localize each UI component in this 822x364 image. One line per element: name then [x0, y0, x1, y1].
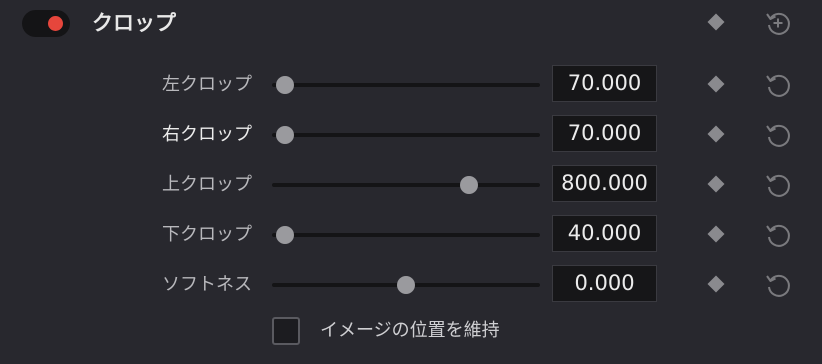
slider-track — [272, 233, 540, 237]
reset-icon[interactable] — [763, 220, 793, 250]
crop-section-header: クロップ — [0, 0, 822, 46]
reset-icon[interactable] — [763, 70, 793, 100]
slider-track — [272, 183, 540, 187]
reset-add-icon[interactable] — [763, 8, 793, 38]
keyframe-diamond-icon[interactable] — [707, 225, 725, 243]
crop-left-value-field[interactable]: 70.000 — [552, 65, 657, 102]
slider-thumb[interactable] — [459, 176, 478, 194]
crop-right-value-field[interactable]: 70.000 — [552, 115, 657, 152]
keyframe-diamond-icon[interactable] — [707, 175, 725, 193]
retain-image-position-label: イメージの位置を維持 — [320, 320, 500, 341]
keyframe-diamond-icon[interactable] — [707, 13, 725, 31]
reset-icon[interactable] — [763, 120, 793, 150]
toggle-indicator — [48, 16, 63, 31]
crop-enable-toggle[interactable] — [22, 10, 70, 37]
crop-panel: クロップ 左クロップ 70.000 右クロップ 70.000 上クロップ 800… — [0, 0, 822, 364]
keyframe-diamond-icon[interactable] — [707, 275, 725, 293]
slider-track — [272, 83, 540, 87]
crop-bottom-value-field[interactable]: 40.000 — [552, 215, 657, 252]
reset-icon[interactable] — [763, 170, 793, 200]
crop-left-slider[interactable] — [272, 63, 540, 107]
slider-thumb[interactable] — [276, 226, 295, 244]
keyframe-diamond-icon[interactable] — [707, 75, 725, 93]
crop-right-row: 右クロップ 70.000 — [0, 113, 822, 157]
slider-track — [272, 133, 540, 137]
reset-icon[interactable] — [763, 270, 793, 300]
retain-image-position-checkbox[interactable] — [272, 317, 300, 345]
crop-right-slider[interactable] — [272, 113, 540, 157]
softness-slider[interactable] — [272, 263, 540, 307]
crop-right-label: 右クロップ — [162, 124, 252, 145]
crop-top-value-field[interactable]: 800.000 — [552, 165, 657, 202]
crop-top-slider[interactable] — [272, 163, 540, 207]
crop-top-label: 上クロップ — [162, 174, 252, 195]
softness-row: ソフトネス 0.000 — [0, 263, 822, 307]
crop-bottom-row: 下クロップ 40.000 — [0, 213, 822, 257]
slider-thumb[interactable] — [397, 276, 415, 294]
crop-bottom-slider[interactable] — [272, 213, 540, 257]
softness-label: ソフトネス — [162, 274, 252, 295]
crop-top-row: 上クロップ 800.000 — [0, 163, 822, 207]
slider-thumb[interactable] — [276, 126, 295, 144]
crop-left-label: 左クロップ — [162, 74, 252, 95]
keyframe-diamond-icon[interactable] — [707, 125, 725, 143]
crop-bottom-label: 下クロップ — [162, 224, 252, 245]
crop-left-row: 左クロップ 70.000 — [0, 63, 822, 107]
section-title: クロップ — [92, 11, 176, 35]
softness-value-field[interactable]: 0.000 — [552, 265, 657, 302]
slider-thumb[interactable] — [276, 76, 295, 94]
